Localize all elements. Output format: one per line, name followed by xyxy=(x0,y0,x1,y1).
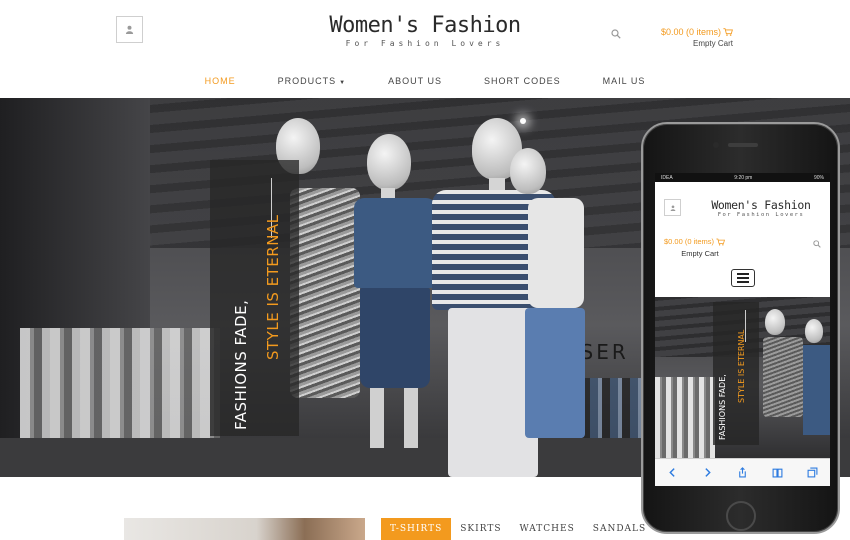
status-time: 9:20 pm xyxy=(734,174,753,181)
mobile-cart-amount-row: $0.00 (0 items) xyxy=(664,237,736,246)
mobile-brand-logo[interactable]: Women's Fashion For Fashion Lovers xyxy=(701,198,821,218)
mobile-slogan-line2: STYLE IS ETERNAL xyxy=(737,329,746,403)
product-preview-image[interactable] xyxy=(124,518,365,540)
phone-screen: IDEA 9:20 pm 90% Women's Fashion For Fas… xyxy=(655,173,830,486)
mobile-cart-summary[interactable]: $0.00 (0 items) Empty Cart xyxy=(664,237,736,258)
nav-item-mail-us[interactable]: MAIL US xyxy=(582,76,667,86)
back-icon[interactable] xyxy=(667,467,678,478)
browser-toolbar xyxy=(655,458,830,486)
site-header: Women's Fashion For Fashion Lovers $0.00… xyxy=(0,0,850,62)
nav-label: SHORT CODES xyxy=(483,76,561,86)
ceiling-light xyxy=(520,118,526,124)
mobile-hero-image: FASHIONS FADE, STYLE IS ETERNAL xyxy=(655,297,830,458)
mobile-slogan-line1: FASHIONS FADE, xyxy=(718,374,727,440)
mobile-brand-subtitle: For Fashion Lovers xyxy=(717,212,805,218)
tabs-icon[interactable] xyxy=(807,467,818,478)
nav-item-about-us[interactable]: ABOUT US xyxy=(367,76,463,86)
nav-label: HOME xyxy=(204,76,236,86)
nav-label: PRODUCTS xyxy=(277,76,337,86)
status-battery: 90% xyxy=(813,174,824,181)
hamburger-menu-icon[interactable] xyxy=(731,269,755,287)
cart-amount-row: $0.00 (0 items) xyxy=(661,27,733,37)
phone-camera xyxy=(713,142,719,148)
tab-t-shirts[interactable]: T-SHIRTS xyxy=(381,518,452,540)
nav-label: ABOUT US xyxy=(388,76,442,86)
hero-slogan-line2: STYLE IS ETERNAL xyxy=(264,214,282,360)
nav-label: MAIL US xyxy=(602,76,646,86)
mobile-cart-amount: $0.00 (0 items) xyxy=(664,237,715,246)
main-nav: HOME PRODUCTS ▼ ABOUT US SHORT CODES MAIL… xyxy=(0,62,850,100)
bookmarks-icon[interactable] xyxy=(772,467,783,478)
tab-watches[interactable]: WATCHES xyxy=(510,518,583,540)
nav-item-home[interactable]: HOME xyxy=(184,76,257,86)
mobile-slogan-panel: FASHIONS FADE, STYLE IS ETERNAL xyxy=(713,302,759,445)
search-icon[interactable] xyxy=(611,29,621,39)
mobile-empty-cart[interactable]: Empty Cart xyxy=(664,249,736,258)
hero-slogan-line1: FASHIONS FADE, xyxy=(232,299,250,430)
share-icon[interactable] xyxy=(737,467,748,478)
user-icon xyxy=(670,204,675,211)
phone-home-button[interactable] xyxy=(726,501,756,531)
hero-slogan-panel: FASHIONS FADE, STYLE IS ETERNAL xyxy=(210,160,299,436)
phone-status-bar: IDEA 9:20 pm 90% xyxy=(655,173,830,182)
empty-cart-link[interactable]: Empty Cart xyxy=(661,39,733,48)
tab-skirts[interactable]: SKIRTS xyxy=(451,518,510,540)
nav-item-short-codes[interactable]: SHORT CODES xyxy=(463,76,582,86)
chevron-down-icon: ▼ xyxy=(339,80,347,86)
cart-amount: $0.00 (0 items) xyxy=(661,27,722,37)
mobile-user-button[interactable] xyxy=(664,199,681,216)
phone-mockup: IDEA 9:20 pm 90% Women's Fashion For Fas… xyxy=(641,122,840,534)
mobile-brand-title: Women's Fashion xyxy=(711,198,811,212)
cart-summary[interactable]: $0.00 (0 items) Empty Cart xyxy=(661,27,733,48)
nav-item-products[interactable]: PRODUCTS ▼ xyxy=(257,76,367,86)
search-icon[interactable] xyxy=(813,240,821,248)
cart-icon xyxy=(723,28,733,36)
status-carrier: IDEA xyxy=(661,174,673,181)
cart-icon xyxy=(716,238,726,246)
forward-icon[interactable] xyxy=(702,467,713,478)
phone-speaker xyxy=(728,143,758,147)
